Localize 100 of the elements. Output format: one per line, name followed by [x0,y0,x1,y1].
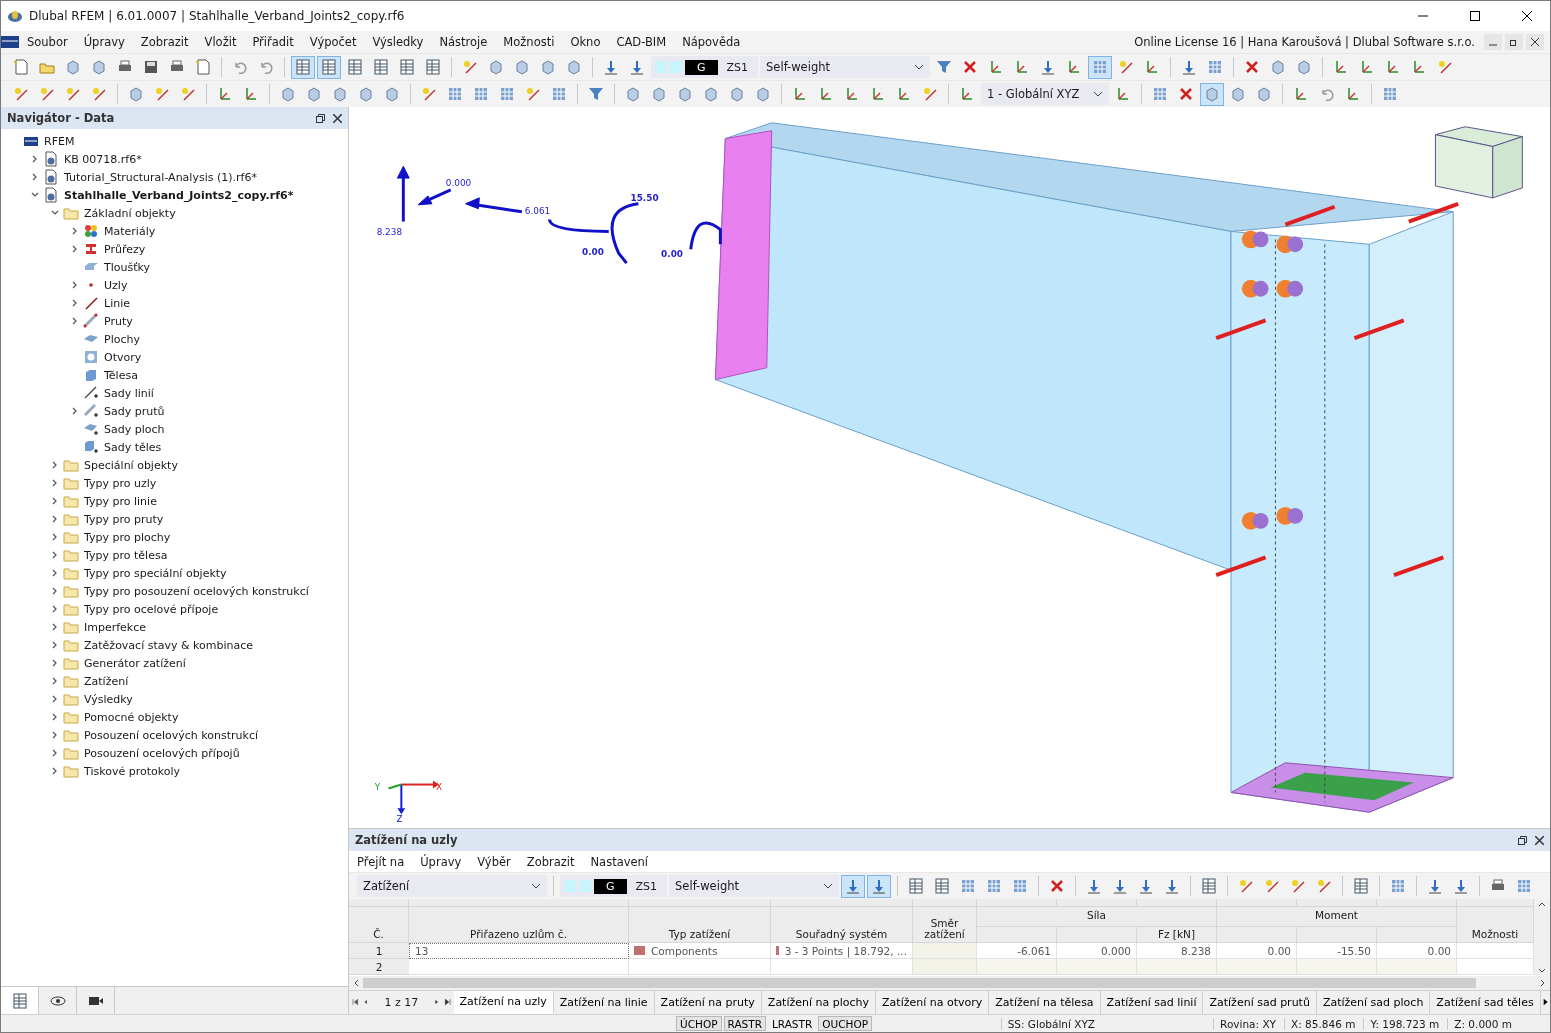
load-case-chip[interactable]: G ZS1 [560,875,668,897]
expand-chevron-icon[interactable] [51,623,59,631]
tree-item[interactable]: Základní objekty [84,206,176,220]
tree-item[interactable]: Typy pro posouzení ocelových konstrukcí [84,584,309,598]
tree-item[interactable]: Průřezy [104,242,146,256]
toolbar-button[interactable] [317,55,341,79]
toolbar-button[interactable] [291,55,315,79]
menu-item[interactable]: Vložit [196,35,245,49]
tree-item[interactable]: Typy pro plochy [84,530,171,544]
tree-item[interactable]: Typy pro uzly [84,476,157,490]
toolbar-button[interactable] [867,874,892,898]
tree-item[interactable]: Speciální objekty [84,458,178,472]
tree-item[interactable]: Tiskové protokoly [84,764,180,778]
expand-chevron-icon[interactable] [51,533,59,541]
expand-chevron-icon[interactable] [71,407,79,415]
tree-item[interactable]: RFEM [44,134,75,148]
menu-item[interactable]: Přiřadit [244,35,302,49]
tree-item[interactable]: Typy pro ocelové přípoje [84,602,219,616]
expand-chevron-icon[interactable] [51,713,59,721]
tree-item[interactable]: Generátor zatížení [84,656,186,670]
expand-chevron-icon[interactable] [51,641,59,649]
expand-chevron-icon[interactable] [71,317,79,325]
menu-item[interactable]: Výpočet [301,35,365,49]
view-cube-icon[interactable] [1434,126,1523,199]
menu-item[interactable]: CAD-BIM [608,35,675,49]
expand-chevron-icon[interactable] [51,731,59,739]
expand-chevron-icon[interactable] [31,173,39,181]
scroll-up-icon[interactable] [1538,901,1546,907]
tree-item[interactable]: Zatížení [84,674,129,688]
expand-chevron-icon[interactable] [51,497,59,505]
tree-item[interactable]: Posouzení ocelových přípojů [84,746,240,760]
tree-item[interactable]: Zatěžovací stavy & kombinace [84,638,254,652]
tree-item[interactable]: Materiály [104,224,156,238]
status-toggle[interactable]: OUCHOP [818,1016,872,1031]
expand-chevron-icon[interactable] [51,677,59,685]
expand-chevron-icon[interactable] [51,515,59,523]
tree-item[interactable]: Pomocné objekty [84,710,179,724]
menu-item[interactable]: Úpravy [412,854,470,869]
menu-item[interactable]: Zobrazit [518,854,583,869]
expand-chevron-icon[interactable] [71,245,79,253]
menu-item[interactable]: Okno [562,35,609,49]
collapse-chevron-icon[interactable] [31,191,39,199]
tree-item[interactable]: Tutorial_Structural-Analysis (1).rf6* [64,170,257,184]
expand-chevron-icon[interactable] [71,299,79,307]
toolbar-button[interactable] [841,874,866,898]
tree-item[interactable]: Linie [104,296,130,310]
menu-item[interactable]: Zobrazit [132,35,197,49]
load-case-dropdown[interactable]: Self-weight [669,875,840,897]
menu-item[interactable]: Nápověda [674,35,749,49]
tree-item[interactable]: Typy pro pruty [84,512,164,526]
tree-item[interactable]: Sady těles [104,440,162,454]
menu-item[interactable]: Nastavení [582,854,657,869]
data-tab[interactable] [1,987,39,1015]
tree-item[interactable]: Pruty [104,314,133,328]
expand-chevron-icon[interactable] [51,479,59,487]
load-case-dropdown[interactable]: Self-weight [760,56,931,78]
tree-item[interactable]: Uzly [104,278,128,292]
tree-item[interactable]: Otvory [104,350,142,364]
table-tab[interactable]: Zatížení na uzly [453,991,554,1014]
expand-chevron-icon[interactable] [51,695,59,703]
tree-item[interactable]: Typy pro speciální objekty [84,566,227,580]
close-icon[interactable] [1535,835,1544,845]
table-category-dropdown[interactable]: Zatížení [357,875,547,897]
close-button[interactable] [1526,34,1544,50]
menu-item[interactable]: Přejít na [349,854,413,869]
tree-item[interactable]: Typy pro tělesa [84,548,168,562]
tree-item[interactable]: Tloušťky [104,260,150,274]
menu-item[interactable]: Možnosti [495,35,563,49]
load-case-chip[interactable]: G ZS1 [651,56,759,78]
menu-item[interactable]: Soubor [19,35,76,49]
status-toggle[interactable]: LRASTR [767,1016,817,1031]
tree-item[interactable]: Imperfekce [84,620,147,634]
menu-item[interactable]: Výběr [469,854,519,869]
expand-chevron-icon[interactable] [51,659,59,667]
expand-chevron-icon[interactable] [51,587,59,595]
tree-item[interactable]: Plochy [104,332,140,346]
expand-chevron-icon[interactable] [51,605,59,613]
coordinate-system-dropdown[interactable]: 1 - Globální XYZ [981,83,1109,105]
restore-icon[interactable] [1518,835,1527,845]
expand-chevron-icon[interactable] [51,461,59,469]
status-toggle[interactable]: RASTR [723,1016,766,1031]
table-cell[interactable]: 13 [409,943,629,959]
horizontal-scrollbar[interactable] [349,976,1550,990]
tree-item[interactable]: Sady ploch [104,422,165,436]
scroll-right-icon[interactable] [1540,979,1546,987]
tree-item[interactable]: Výsledky [84,692,133,706]
expand-chevron-icon[interactable] [31,155,39,163]
tree-item[interactable]: Typy pro linie [84,494,157,508]
expand-chevron-icon[interactable] [51,551,59,559]
restore-button[interactable] [1505,34,1523,50]
menu-item[interactable]: Výsledky [364,35,432,49]
expand-chevron-icon[interactable] [51,569,59,577]
tree-item[interactable]: Tělesa [104,368,138,382]
close-icon[interactable] [333,113,342,123]
tree-item[interactable]: Sady prutů [104,404,165,418]
expand-chevron-icon[interactable] [71,281,79,289]
menu-item[interactable]: Nástroje [431,35,496,49]
tree-item[interactable]: KB 00718.rf6* [64,152,142,166]
tree-item[interactable]: Posouzení ocelových konstrukcí [84,728,259,742]
status-toggle[interactable]: ÚCHOP [676,1016,722,1031]
